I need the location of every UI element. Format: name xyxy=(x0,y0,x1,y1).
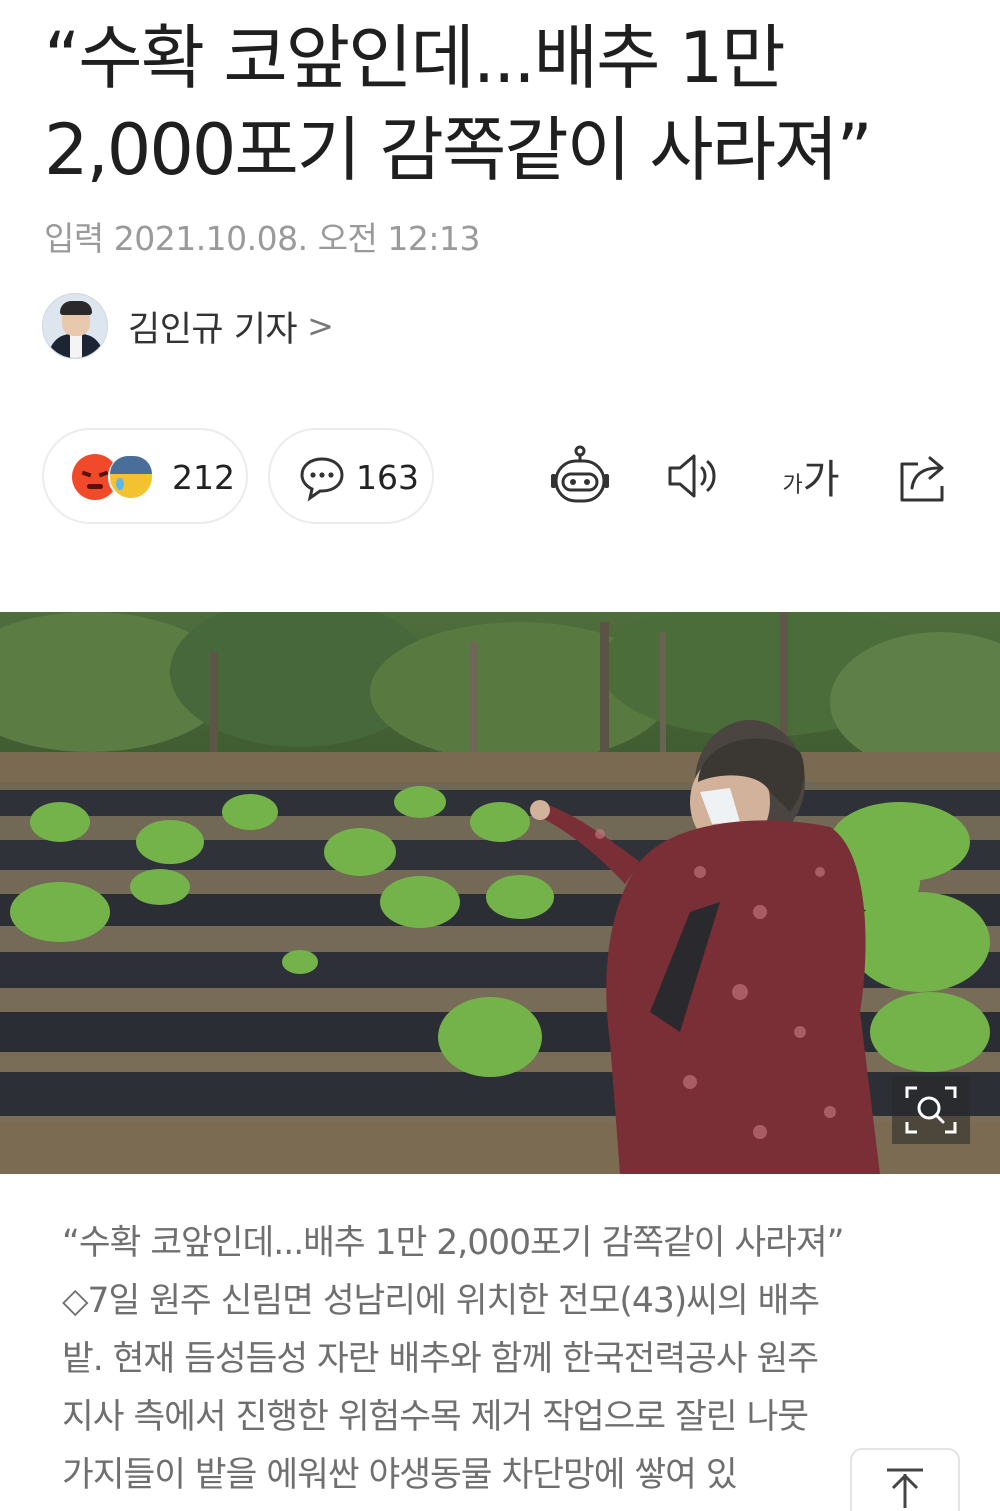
sad-face-icon xyxy=(108,454,154,500)
cabbage-field-photo xyxy=(0,612,1000,1174)
caption-line: 가지들이 밭을 에워싼 야생동물 차단망에 쌓여 있 xyxy=(62,1455,738,1495)
author-name: 김인규 기자 xyxy=(128,309,298,350)
article-headline: “수확 코앞인데...배추 1만 2,000포기 감쪽같이 사라져” xyxy=(44,12,964,196)
zoom-magnifier-icon xyxy=(905,1086,957,1134)
scroll-to-top-button[interactable] xyxy=(850,1448,960,1511)
font-size-small-glyph: 가 xyxy=(782,473,803,498)
author-avatar xyxy=(42,293,108,359)
caption-line: “수확 코앞인데...배추 1만 2,000포기 감쪽같이 사라져” xyxy=(62,1223,845,1263)
font-size-button[interactable]: 가 가 xyxy=(776,444,846,508)
caption-line: 지사 측에서 진행한 위험수목 제거 작업으로 잘린 나뭇 xyxy=(62,1397,809,1437)
text-to-speech-button[interactable] xyxy=(662,444,726,508)
reaction-count: 212 xyxy=(172,458,235,497)
share-button[interactable] xyxy=(892,444,956,508)
author-byline[interactable]: 김인규 기자 > xyxy=(42,292,334,360)
speaker-icon xyxy=(668,454,716,498)
article-photo xyxy=(0,612,1000,1174)
publish-date: 입력 2021.10.08. 오전 12:13 xyxy=(44,219,480,258)
comment-button[interactable]: 163 xyxy=(268,428,434,524)
photo-caption: “수확 코앞인데...배추 1만 2,000포기 감쪽같이 사라져” ◇7일 원… xyxy=(62,1214,946,1504)
share-icon xyxy=(900,456,944,502)
caption-line: 밭. 현재 듬성듬성 자란 배추와 함께 한국전력공사 원주 xyxy=(62,1339,819,1379)
reaction-button[interactable]: 212 xyxy=(42,428,248,524)
chevron-right-icon: > xyxy=(307,307,334,345)
arrow-up-icon xyxy=(887,1468,923,1508)
summary-bot-button[interactable] xyxy=(548,444,612,508)
font-size-big-glyph: 가 xyxy=(802,457,840,503)
photo-zoom-button[interactable] xyxy=(892,1076,970,1144)
headline-line-2: 2,000포기 감쪽같이 사라져” xyxy=(44,109,873,191)
speech-bubble-icon xyxy=(300,457,344,502)
robot-icon xyxy=(551,445,609,503)
headline-line-1: “수확 코앞인데...배추 1만 xyxy=(44,17,786,99)
comment-count: 163 xyxy=(356,458,419,497)
caption-line: ◇7일 원주 신림면 성남리에 위치한 전모(43)씨의 배추 xyxy=(62,1281,820,1321)
